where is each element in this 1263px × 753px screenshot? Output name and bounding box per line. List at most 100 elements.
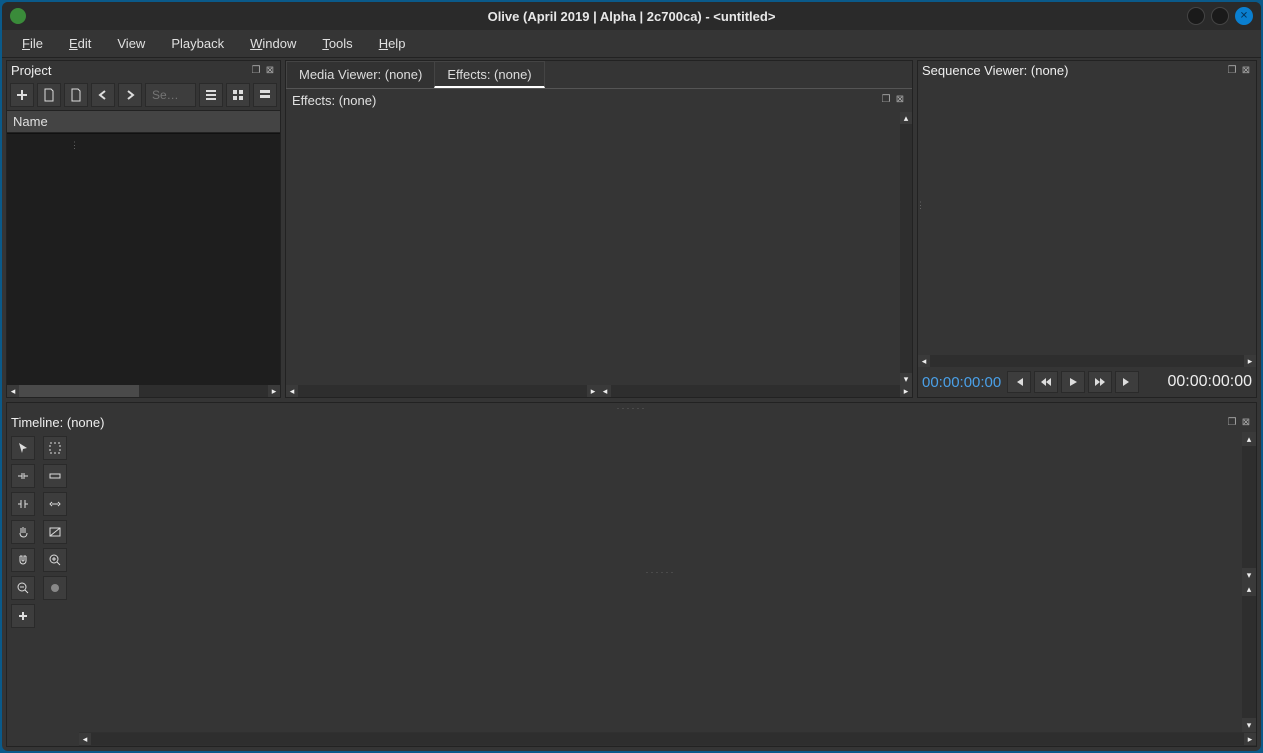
save-button[interactable] bbox=[64, 83, 88, 107]
menu-tools[interactable]: Tools bbox=[312, 32, 362, 55]
search-input[interactable] bbox=[145, 83, 196, 107]
go-start-button[interactable] bbox=[1007, 371, 1031, 393]
menu-window[interactable]: Window bbox=[240, 32, 306, 55]
scroll-up-icon[interactable]: ▴ bbox=[900, 112, 912, 124]
new-button[interactable] bbox=[10, 83, 34, 107]
drag-handle-icon[interactable]: ⋮ bbox=[916, 200, 927, 211]
project-panel: Project ❐ ⊠ bbox=[6, 60, 281, 398]
ripple-tool[interactable] bbox=[11, 464, 35, 488]
zoom-in-button[interactable] bbox=[43, 548, 67, 572]
sequence-slider[interactable]: ◂ ▸ bbox=[918, 355, 1256, 367]
effects-subheader: Effects: (none) ❐ ⊠ bbox=[286, 89, 912, 112]
pointer-icon bbox=[16, 441, 30, 455]
close-panel-icon[interactable]: ⊠ bbox=[894, 93, 906, 105]
float-panel-icon[interactable]: ❐ bbox=[1226, 65, 1238, 77]
scroll-left-icon[interactable]: ◂ bbox=[599, 385, 611, 397]
scroll-up-icon[interactable]: ▴ bbox=[1242, 432, 1256, 446]
rewind-button[interactable] bbox=[1034, 371, 1058, 393]
scroll-right-icon[interactable]: ▸ bbox=[1244, 355, 1256, 367]
scroll-right-icon[interactable]: ▸ bbox=[1244, 733, 1256, 745]
play-button[interactable] bbox=[1061, 371, 1085, 393]
float-panel-icon[interactable]: ❐ bbox=[880, 93, 892, 105]
menu-view[interactable]: View bbox=[107, 32, 155, 55]
drag-handle-icon[interactable]: ······ bbox=[646, 567, 676, 577]
scroll-down-icon[interactable]: ▾ bbox=[1242, 718, 1256, 732]
timeline-hscroll[interactable]: ◂ ▸ bbox=[79, 732, 1256, 746]
float-panel-icon[interactable]: ❐ bbox=[250, 65, 262, 77]
project-list[interactable] bbox=[7, 133, 280, 385]
tab-effects[interactable]: Effects: (none) bbox=[434, 61, 544, 88]
tab-media-viewer[interactable]: Media Viewer: (none) bbox=[286, 61, 435, 88]
open-button[interactable] bbox=[37, 83, 61, 107]
project-hscroll[interactable]: ◂ ▸ bbox=[7, 385, 280, 397]
rolling-icon bbox=[48, 469, 62, 483]
effects-panel: Media Viewer: (none) Effects: (none) Eff… bbox=[285, 60, 913, 398]
fast-forward-button[interactable] bbox=[1088, 371, 1112, 393]
record-icon bbox=[48, 581, 62, 595]
window-buttons bbox=[1187, 7, 1253, 25]
tree-view-button[interactable] bbox=[199, 83, 223, 107]
close-panel-icon[interactable]: ⊠ bbox=[1240, 417, 1252, 429]
timeline-tracks[interactable]: ······ bbox=[79, 432, 1242, 732]
zoom-out-button[interactable] bbox=[11, 576, 35, 600]
scroll-right-icon[interactable]: ▸ bbox=[900, 385, 912, 397]
transition-tool[interactable] bbox=[43, 520, 67, 544]
record-button[interactable] bbox=[43, 576, 67, 600]
effects-hscroll-1[interactable]: ◂ ▸ bbox=[286, 385, 599, 397]
snap-button[interactable] bbox=[11, 548, 35, 572]
float-panel-icon[interactable]: ❐ bbox=[1226, 417, 1238, 429]
redo-icon bbox=[123, 88, 137, 102]
menu-file[interactable]: File bbox=[12, 32, 53, 55]
timeline-vscroll-upper[interactable]: ▴ ▾ ▴ ▾ bbox=[1242, 432, 1256, 732]
timeline-panel: ······ Timeline: (none) ❐ ⊠ bbox=[6, 402, 1257, 747]
scroll-left-icon[interactable]: ◂ bbox=[79, 733, 91, 745]
scroll-right-icon[interactable]: ▸ bbox=[268, 385, 280, 397]
timecode-left[interactable]: 00:00:00:00 bbox=[922, 374, 1001, 391]
close-panel-icon[interactable]: ⊠ bbox=[1240, 65, 1252, 77]
maximize-button[interactable] bbox=[1211, 7, 1229, 25]
razor-tool[interactable] bbox=[11, 492, 35, 516]
plus-icon bbox=[16, 609, 30, 623]
sequence-viewer-panel: Sequence Viewer: (none) ❐ ⊠ ⋮ ◂ ▸ 00:00:… bbox=[917, 60, 1257, 398]
effects-vscroll[interactable]: ▴ ▾ bbox=[900, 112, 912, 385]
column-name: Name bbox=[13, 114, 48, 129]
effects-area[interactable]: ⋮ bbox=[286, 112, 900, 385]
close-button[interactable] bbox=[1235, 7, 1253, 25]
rolling-tool[interactable] bbox=[43, 464, 67, 488]
undo-button[interactable] bbox=[91, 83, 115, 107]
project-column-header[interactable]: Name bbox=[7, 110, 280, 133]
scroll-left-icon[interactable]: ◂ bbox=[7, 385, 19, 397]
minimize-button[interactable] bbox=[1187, 7, 1205, 25]
skip-end-icon bbox=[1121, 376, 1133, 388]
drag-handle-icon[interactable]: ⋮ bbox=[70, 140, 81, 151]
slip-tool[interactable] bbox=[43, 492, 67, 516]
add-track-button[interactable] bbox=[11, 604, 35, 628]
effects-hscroll-2[interactable]: ◂ ▸ bbox=[599, 385, 912, 397]
scroll-down-icon[interactable]: ▾ bbox=[1242, 568, 1256, 582]
timeline-title: Timeline: (none) bbox=[11, 415, 104, 430]
file-save-icon bbox=[69, 88, 83, 102]
menu-playback[interactable]: Playback bbox=[161, 32, 234, 55]
close-panel-icon[interactable]: ⊠ bbox=[264, 65, 276, 77]
icon-view-button[interactable] bbox=[226, 83, 250, 107]
redo-button[interactable] bbox=[118, 83, 142, 107]
scroll-left-icon[interactable]: ◂ bbox=[918, 355, 930, 367]
go-end-button[interactable] bbox=[1115, 371, 1139, 393]
edit-tool[interactable] bbox=[43, 436, 67, 460]
right-top: Media Viewer: (none) Effects: (none) Eff… bbox=[285, 60, 1257, 398]
scroll-left-icon[interactable]: ◂ bbox=[286, 385, 298, 397]
pointer-tool[interactable] bbox=[11, 436, 35, 460]
menubar: File Edit View Playback Window Tools Hel… bbox=[2, 30, 1261, 58]
grid-icon bbox=[231, 88, 245, 102]
scroll-down-icon[interactable]: ▾ bbox=[900, 373, 912, 385]
menu-help[interactable]: Help bbox=[369, 32, 416, 55]
menu-edit[interactable]: Edit bbox=[59, 32, 101, 55]
scroll-right-icon[interactable]: ▸ bbox=[587, 385, 599, 397]
sequence-viewport[interactable]: ⋮ bbox=[918, 80, 1256, 355]
hand-tool[interactable] bbox=[11, 520, 35, 544]
hand-icon bbox=[16, 525, 30, 539]
app-window: Olive (April 2019 | Alpha | 2c700ca) - <… bbox=[2, 2, 1261, 751]
scroll-up-icon[interactable]: ▴ bbox=[1242, 582, 1256, 596]
list-view-button[interactable] bbox=[253, 83, 277, 107]
drag-handle-icon[interactable]: ······ bbox=[7, 403, 1256, 413]
